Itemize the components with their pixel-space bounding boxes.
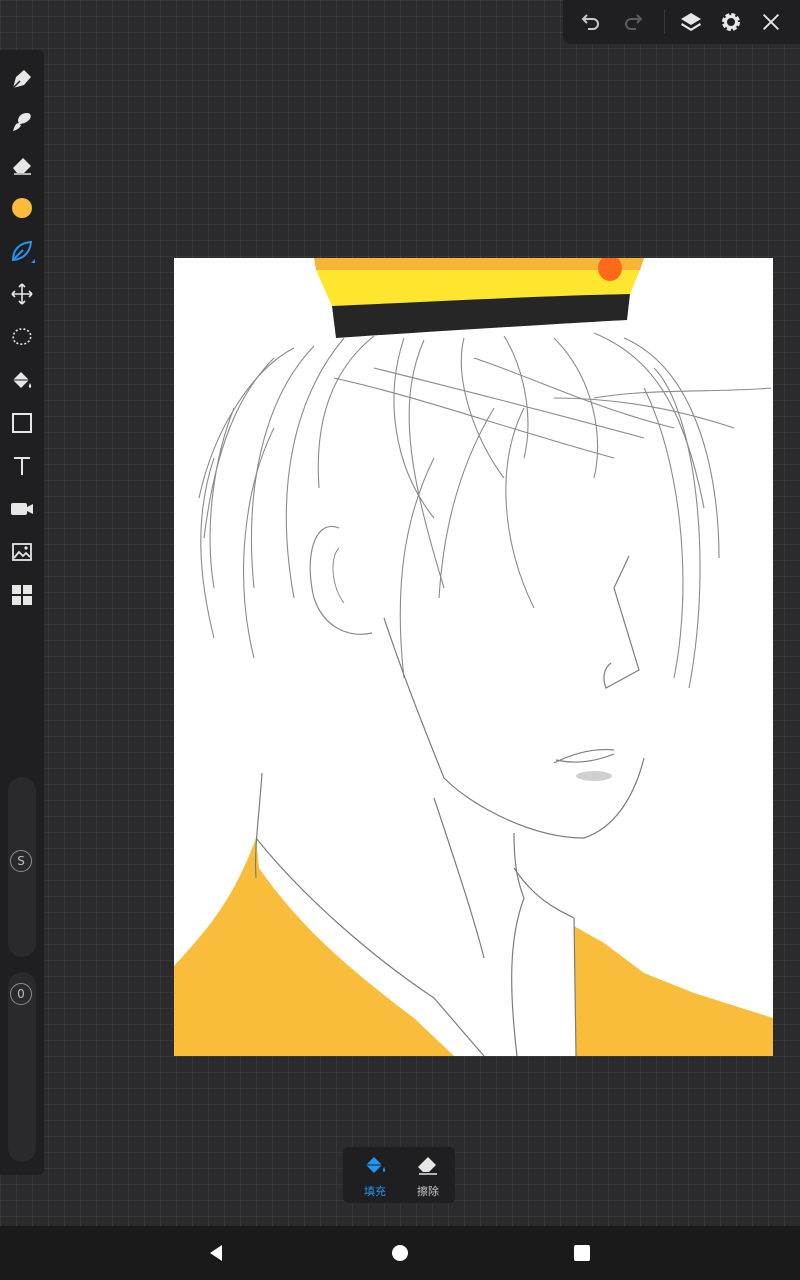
fill-bucket-icon[interactable] (7, 365, 37, 395)
color-swatch[interactable] (7, 193, 37, 223)
erase-label: 擦除 (417, 1185, 439, 1198)
text-icon[interactable] (7, 451, 37, 481)
drawing-canvas[interactable] (174, 258, 773, 1056)
jacket-fill-left (174, 838, 454, 1056)
home-icon[interactable] (388, 1241, 412, 1265)
eraser-icon[interactable] (7, 150, 37, 180)
artwork (174, 258, 773, 1056)
eraser-icon (418, 1157, 437, 1175)
jacket-fill-right (574, 926, 773, 1056)
settings-icon[interactable] (716, 7, 746, 37)
hat-top (314, 258, 644, 270)
shape-rectangle-icon[interactable] (7, 408, 37, 438)
undo-icon[interactable] (576, 7, 606, 37)
toolbar-divider (664, 10, 665, 34)
redo-icon[interactable] (618, 7, 648, 37)
ear (309, 525, 373, 635)
erase-mode-button[interactable]: 擦除 (408, 1153, 448, 1199)
pen-icon[interactable] (7, 64, 37, 94)
brush-icon[interactable] (7, 107, 37, 137)
image-import-icon[interactable] (7, 537, 37, 567)
opacity-slider[interactable]: 0 (8, 972, 36, 1162)
neck-right (513, 832, 525, 899)
fill-mode-button[interactable]: 填充 (355, 1153, 395, 1199)
grid-apps-icon[interactable] (7, 580, 37, 610)
layers-icon[interactable] (676, 7, 706, 37)
video-icon[interactable] (7, 494, 37, 524)
jaw-line (383, 617, 645, 839)
back-icon[interactable] (204, 1241, 228, 1265)
system-nav-bar (0, 1226, 800, 1280)
nose (603, 555, 640, 689)
left-toolbar: S 0 (0, 50, 44, 1175)
size-slider-knob[interactable]: S (10, 850, 32, 872)
brush-size-slider[interactable]: S (8, 777, 36, 957)
recents-icon[interactable] (570, 1241, 594, 1265)
fill-bucket-icon (364, 1157, 386, 1173)
fill-erase-popup: 填充 擦除 (343, 1147, 455, 1203)
smudge-leaf-icon[interactable] (7, 236, 37, 266)
lip-shade (576, 771, 612, 781)
opacity-slider-knob[interactable]: 0 (10, 983, 32, 1005)
move-transform-icon[interactable] (7, 279, 37, 309)
lasso-icon[interactable] (7, 322, 37, 352)
top-toolbar (563, 0, 800, 44)
fill-label: 填充 (364, 1185, 386, 1198)
close-icon[interactable] (756, 7, 786, 37)
